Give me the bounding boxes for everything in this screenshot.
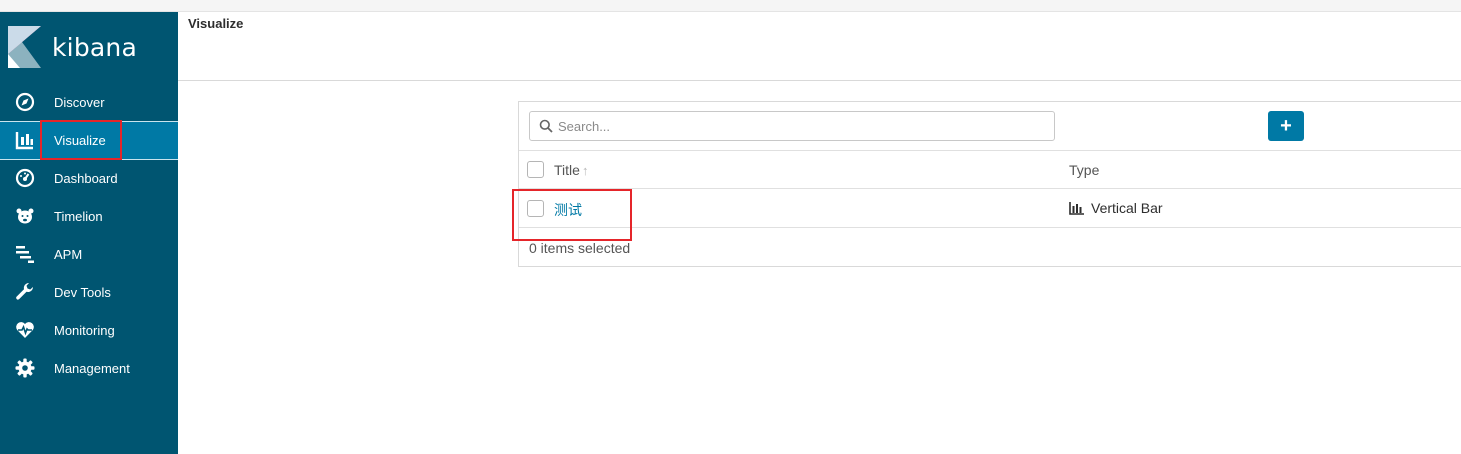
select-all-checkbox[interactable] xyxy=(527,161,544,178)
browser-top-strip xyxy=(0,0,1461,12)
sidebar-item-label: Dev Tools xyxy=(54,284,111,300)
sidebar-item-label: Discover xyxy=(54,94,105,110)
visualization-type-label: Vertical Bar xyxy=(1091,200,1163,216)
apm-bars-icon xyxy=(14,244,36,264)
sidebar-item-label: Timelion xyxy=(54,208,103,224)
gear-icon xyxy=(14,358,36,378)
add-visualization-button[interactable]: + xyxy=(1268,111,1304,141)
highlight-box-row xyxy=(512,189,632,241)
sidebar-item-apm[interactable]: APM xyxy=(0,235,178,273)
sidebar-item-dev-tools[interactable]: Dev Tools xyxy=(0,273,178,311)
bar-chart-icon xyxy=(14,130,36,150)
compass-icon xyxy=(14,92,36,112)
selected-count: 0 items selected xyxy=(529,240,631,256)
sort-ascending-icon: ↑ xyxy=(581,163,589,178)
sidebar-item-label: APM xyxy=(54,246,83,262)
title-column-header[interactable]: Title ↑ xyxy=(554,162,588,178)
search-input[interactable] xyxy=(558,118,1038,134)
sidebar-item-label: Dashboard xyxy=(54,170,118,186)
timelion-bear-icon xyxy=(14,206,36,226)
title-column-label: Title xyxy=(554,162,580,178)
kibana-logo[interactable]: kibana xyxy=(8,26,168,68)
visualizations-list-panel: + Title↑ Type 测试 Vertical Bar 0 items se… xyxy=(518,101,1461,267)
page-title: Visualize xyxy=(188,16,244,31)
table-row: 测试 Vertical Bar xyxy=(519,188,1461,227)
sidebar: kibana Discover Visualize Dashboard Time… xyxy=(0,12,178,454)
page-header: Visualize xyxy=(178,12,1461,81)
sidebar-item-timelion[interactable]: Timelion xyxy=(0,197,178,235)
table-footer: 0 items selected xyxy=(519,227,1461,267)
highlight-box-visualize xyxy=(40,120,122,160)
sidebar-item-label: Management xyxy=(54,360,130,376)
sidebar-item-discover[interactable]: Discover xyxy=(0,83,178,121)
kibana-logo-icon xyxy=(8,26,41,68)
brand-name: kibana xyxy=(52,32,137,62)
plus-icon: + xyxy=(1280,114,1292,137)
sidebar-item-dashboard[interactable]: Dashboard xyxy=(0,159,178,197)
dashboard-gauge-icon xyxy=(14,168,36,188)
sidebar-item-monitoring[interactable]: Monitoring xyxy=(0,311,178,349)
search-icon xyxy=(539,119,553,133)
vertical-bar-chart-icon xyxy=(1069,201,1084,215)
type-column-header: Type xyxy=(1069,162,1100,178)
wrench-icon xyxy=(14,282,36,302)
search-box[interactable] xyxy=(529,111,1055,141)
table-header-row: Title ↑ Type xyxy=(519,150,1461,188)
visualization-type: Vertical Bar xyxy=(1069,200,1163,216)
sidebar-item-management[interactable]: Management xyxy=(0,349,178,387)
heartbeat-icon xyxy=(14,320,36,340)
sidebar-item-label: Monitoring xyxy=(54,322,115,338)
